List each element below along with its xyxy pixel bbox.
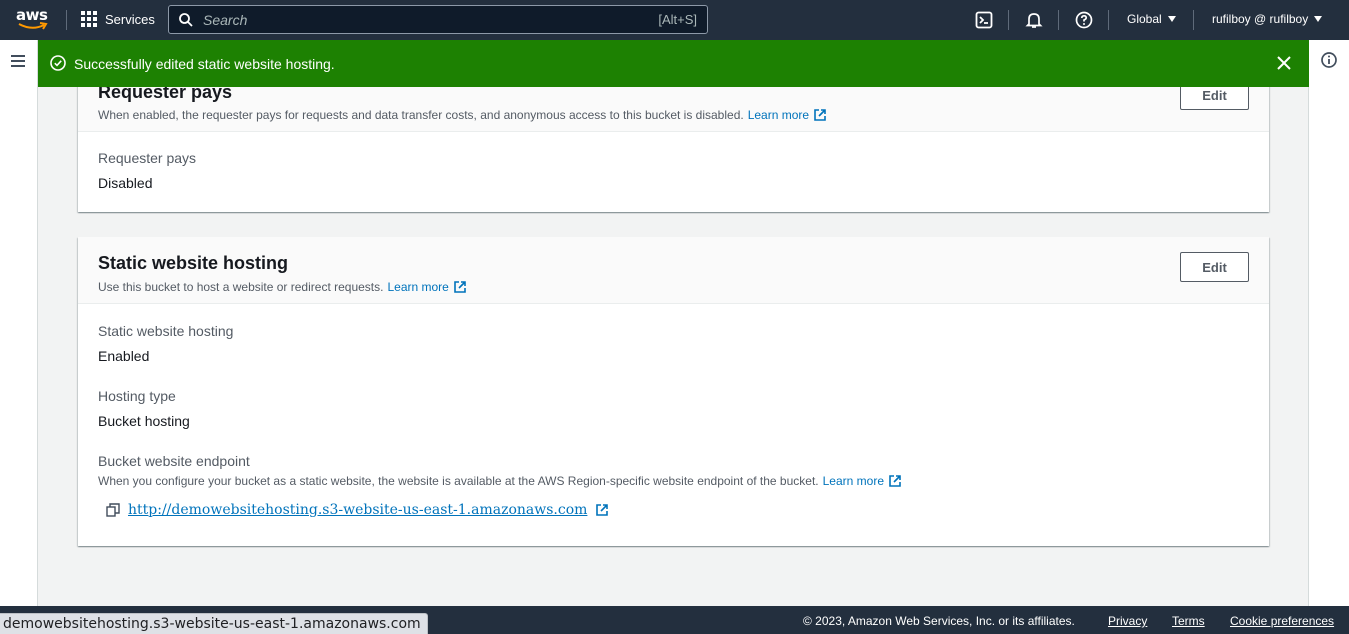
bucket-endpoint-link[interactable]: http://demowebsitehosting.s3-website-us-… [128,502,587,518]
requester-pays-label: Requester pays [98,150,197,166]
nav-divider [66,10,67,30]
panel-header: Static website hosting Use this bucket t… [78,237,1269,304]
notifications-bell-icon[interactable] [1024,10,1044,30]
search-bar[interactable]: [Alt+S] [168,5,708,34]
cloudshell-icon[interactable] [974,10,994,30]
static-website-hosting-panel: Static website hosting Use this bucket t… [78,237,1269,546]
external-link-icon[interactable] [453,280,467,294]
static-hosting-status-value: Enabled [98,348,150,364]
privacy-link[interactable]: Privacy [1108,614,1147,628]
nav-divider [1008,10,1009,30]
services-label: Services [105,11,155,27]
aws-logo[interactable]: aws [16,8,48,32]
info-icon[interactable] [1321,52,1337,68]
bucket-endpoint-row: http://demowebsitehosting.s3-website-us-… [106,502,609,518]
nav-divider [1108,10,1109,30]
left-navigation-rail [0,40,38,606]
external-link-icon[interactable] [813,108,827,122]
nav-divider [1058,10,1059,30]
panel-title: Static website hosting [98,253,289,273]
caret-down-icon [1167,16,1176,22]
success-check-icon [50,55,66,71]
flash-message: Successfully edited static website hosti… [74,56,335,72]
help-icon[interactable] [1074,10,1094,30]
top-navigation: aws Services [Alt+S] [0,0,1349,40]
region-selector[interactable]: Global [1127,12,1176,26]
close-icon[interactable] [1276,55,1292,71]
cookie-preferences-link[interactable]: Cookie preferences [1230,614,1334,628]
static-hosting-status-label: Static website hosting [98,323,234,339]
external-link-icon[interactable] [888,474,902,488]
search-shortcut: [Alt+S] [658,12,697,27]
right-tools-rail [1308,40,1349,606]
learn-more-link[interactable]: Learn more [387,280,448,294]
nav-divider [1193,10,1194,30]
copy-icon[interactable] [106,503,120,517]
account-menu[interactable]: rufilboy @ rufilboy [1212,12,1323,26]
bucket-endpoint-description: When you configure your bucket as a stat… [98,474,902,488]
hosting-type-value: Bucket hosting [98,413,190,429]
grid-icon [81,11,97,27]
aws-smile-icon [18,22,48,30]
search-input[interactable] [203,11,659,28]
success-flashbar: Successfully edited static website hosti… [38,40,1309,87]
search-icon [179,12,193,27]
learn-more-link[interactable]: Learn more [748,108,809,122]
services-menu[interactable]: Services [81,11,155,27]
copyright-text: © 2023, Amazon Web Services, Inc. or its… [803,614,1075,628]
learn-more-link[interactable]: Learn more [823,474,884,488]
panel-description: Use this bucket to host a website or red… [98,280,467,294]
terms-link[interactable]: Terms [1172,614,1205,628]
hosting-type-label: Hosting type [98,388,176,404]
browser-status-bubble: demowebsitehosting.s3-website-us-east-1.… [0,613,428,634]
bucket-endpoint-label: Bucket website endpoint [98,453,250,469]
external-link-icon[interactable] [595,503,609,517]
hamburger-menu-icon[interactable] [11,55,25,70]
edit-button[interactable]: Edit [1180,252,1249,282]
caret-down-icon [1314,16,1323,22]
panel-description: When enabled, the requester pays for req… [98,108,827,122]
requester-pays-value: Disabled [98,175,153,191]
